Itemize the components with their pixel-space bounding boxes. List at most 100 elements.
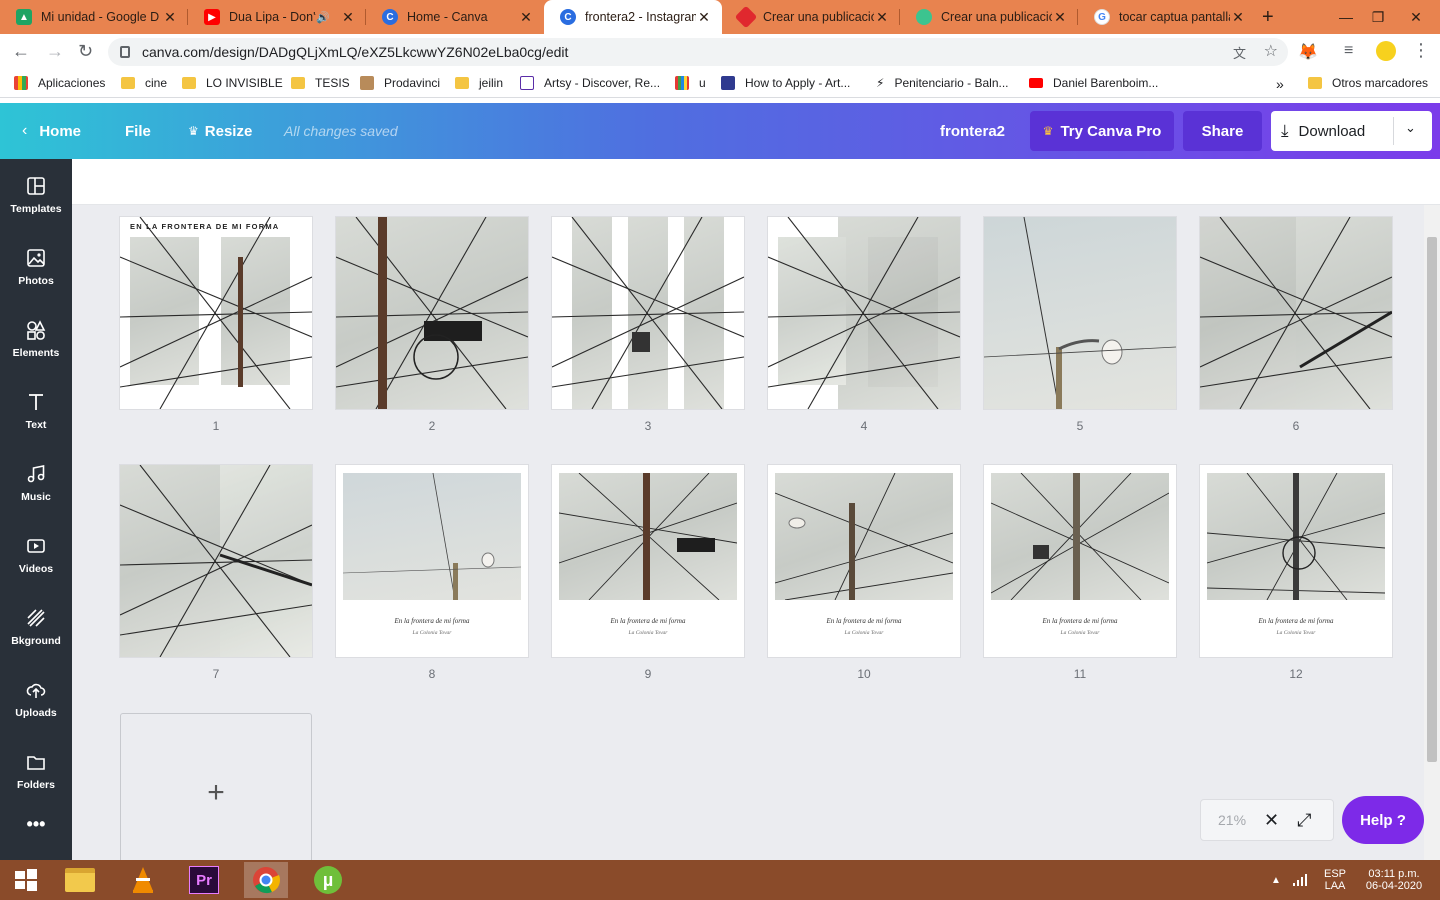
tab-crear-publicacion-1[interactable]: Crear una publicación ✕ <box>722 0 900 34</box>
file-menu-button[interactable]: File <box>125 103 151 159</box>
new-tab-button[interactable]: + <box>1262 6 1274 29</box>
close-icon[interactable]: ✕ <box>696 9 712 26</box>
page-thumbnail-3[interactable] <box>552 217 744 409</box>
page-thumbnail-7[interactable] <box>120 465 312 657</box>
vlc-icon[interactable] <box>121 862 165 898</box>
menu-dots-icon[interactable]: ⋮ <box>1412 40 1430 61</box>
more-icon[interactable]: ••• <box>0 799 72 849</box>
sidebar-item-templates[interactable]: Templates <box>0 159 72 231</box>
photo-pole <box>991 473 1169 600</box>
bookmark-u[interactable]: u <box>675 76 706 90</box>
page-thumbnail-6[interactable] <box>1200 217 1392 409</box>
tab-crear-publicacion-2[interactable]: Crear una publicación ✕ <box>900 0 1078 34</box>
fullscreen-icon[interactable]: ⤢ <box>1297 810 1311 831</box>
page-thumbnail-5[interactable] <box>984 217 1176 409</box>
bars-icon <box>675 76 689 90</box>
forward-icon[interactable]: → <box>46 41 64 62</box>
bookmark-jeilin[interactable]: jeilin <box>455 76 503 90</box>
try-canva-pro-button[interactable]: ♛ Try Canva Pro <box>1030 111 1174 151</box>
tab-google-drive[interactable]: ▲ Mi unidad - Google D ✕ <box>0 0 188 34</box>
speaker-icon[interactable]: 🔊 <box>316 11 330 24</box>
bookmark-prodavinci[interactable]: Prodavinci <box>360 76 440 90</box>
tab-frontera2-active[interactable]: C frontera2 - Instagram ✕ <box>544 0 722 34</box>
page-number: 4 <box>860 419 868 433</box>
close-window-button[interactable]: ✕ <box>1400 0 1432 34</box>
page-number: 10 <box>857 667 871 681</box>
bookmarks-overflow[interactable]: » <box>1276 76 1284 92</box>
prodavinci-icon <box>360 76 374 90</box>
back-icon[interactable]: ← <box>12 41 30 62</box>
download-button[interactable]: ⤓ Download ⌄ <box>1271 111 1432 151</box>
close-icon[interactable]: ✕ <box>874 9 890 26</box>
bookmark-aplicaciones[interactable]: Aplicaciones <box>14 76 105 90</box>
photo-streetlamp <box>984 217 1176 409</box>
restore-button[interactable]: ❐ <box>1362 0 1394 34</box>
bookmark-otros-marcadores[interactable]: Otros marcadores <box>1308 76 1428 90</box>
bookmark-lo-invisible[interactable]: LO INVISIBLE <box>182 76 283 90</box>
premiere-icon[interactable]: Pr <box>182 862 226 898</box>
page-thumbnail-10[interactable]: En la frontera de mi forma La Colonia To… <box>768 465 960 657</box>
photo-wires <box>552 217 744 409</box>
media-queue-icon[interactable]: ≡ <box>1344 42 1353 60</box>
close-icon[interactable]: ✕ <box>518 9 534 26</box>
sidebar-item-elements[interactable]: Elements <box>0 303 72 375</box>
bookmark-label: LO INVISIBLE <box>206 76 283 90</box>
help-button[interactable]: Help ? <box>1342 796 1424 844</box>
vertical-scrollbar[interactable] <box>1424 205 1440 860</box>
network-icon[interactable] <box>1290 860 1312 900</box>
windows-start-icon[interactable] <box>4 862 48 898</box>
sidebar-item-videos[interactable]: Videos <box>0 519 72 591</box>
sidebar-item-text[interactable]: Text <box>0 375 72 447</box>
page-thumbnail-1[interactable]: EN LA FRONTERA DE MI FORMA <box>120 217 312 409</box>
page-thumbnail-4[interactable] <box>768 217 960 409</box>
bookmark-cine[interactable]: cine <box>121 76 167 90</box>
bookmark-artsy[interactable]: Artsy - Discover, Re... <box>520 76 660 90</box>
sidebar-item-uploads[interactable]: Uploads <box>0 663 72 735</box>
home-button[interactable]: ‹ Home <box>22 103 81 159</box>
avatar[interactable] <box>1376 41 1396 61</box>
zoom-level[interactable]: 21% <box>1218 812 1258 828</box>
page-subcaption: La Colonia Tovar <box>628 630 668 636</box>
clock[interactable]: 03:11 p.m. 06-04-2020 <box>1356 860 1432 900</box>
design-title[interactable]: frontera2 <box>940 103 1005 159</box>
file-explorer-icon[interactable] <box>58 862 102 898</box>
close-icon[interactable]: ✕ <box>340 9 356 26</box>
tab-canva-home[interactable]: C Home - Canva ✕ <box>366 0 544 34</box>
minimize-button[interactable]: — <box>1330 0 1362 34</box>
page-thumbnail-8[interactable]: En la frontera de mi forma La Colonia To… <box>336 465 528 657</box>
chrome-icon[interactable] <box>244 862 288 898</box>
sidebar-item-bkground[interactable]: Bkground <box>0 591 72 663</box>
page-thumbnail-9[interactable]: En la frontera de mi forma La Colonia To… <box>552 465 744 657</box>
close-icon[interactable]: ✕ <box>1230 9 1246 26</box>
bookmark-penitenciario[interactable]: ⚡ Penitenciario - Baln... <box>876 76 1009 90</box>
bookmark-daniel-barenboim[interactable]: Daniel Barenboim... <box>1029 76 1158 90</box>
tab-title: Crear una publicación <box>941 10 1052 24</box>
close-icon[interactable]: ✕ <box>162 9 178 26</box>
page-thumbnail-11[interactable]: En la frontera de mi forma La Colonia To… <box>984 465 1176 657</box>
tab-youtube[interactable]: ▶ Dua Lipa - Don't 🔊 ✕ <box>188 0 366 34</box>
sidebar-item-photos[interactable]: Photos <box>0 231 72 303</box>
scrollbar-thumb[interactable] <box>1427 237 1437 762</box>
close-icon[interactable]: ✕ <box>1052 9 1068 26</box>
sidebar-item-music[interactable]: Music <box>0 447 72 519</box>
google-icon: G <box>1094 9 1110 25</box>
bookmark-tesis[interactable]: TESIS <box>291 76 350 90</box>
utorrent-icon[interactable]: µ <box>306 862 350 898</box>
tab-google-search[interactable]: G tocar captua pantalla ✕ <box>1078 0 1256 34</box>
add-page-button[interactable]: + <box>120 713 312 873</box>
page-thumbnail-12[interactable]: En la frontera de mi forma La Colonia To… <box>1200 465 1392 657</box>
reload-icon[interactable]: ↻ <box>78 41 93 62</box>
close-icon[interactable]: ✕ <box>1264 810 1279 831</box>
share-button[interactable]: Share <box>1183 111 1262 151</box>
language-indicator[interactable]: ESP LAA <box>1318 860 1352 900</box>
url-field[interactable]: canva.com/design/DADgQLjXmLQ/eXZ5LkcwwYZ… <box>108 38 1288 66</box>
page-thumbnail-2[interactable] <box>336 217 528 409</box>
sidebar-item-folders[interactable]: Folders <box>0 735 72 807</box>
bookmark-how-to-apply[interactable]: How to Apply - Art... <box>721 76 850 90</box>
tray-chevron-icon[interactable]: ▲ <box>1268 860 1284 900</box>
star-icon[interactable]: ☆ <box>1264 41 1278 61</box>
translate-icon[interactable]: 文 <box>1233 43 1246 62</box>
resize-button[interactable]: ♛ Resize <box>188 103 252 159</box>
chevron-down-icon[interactable]: ⌄ <box>1405 120 1416 136</box>
metamask-icon[interactable]: 🦊 <box>1298 42 1318 62</box>
